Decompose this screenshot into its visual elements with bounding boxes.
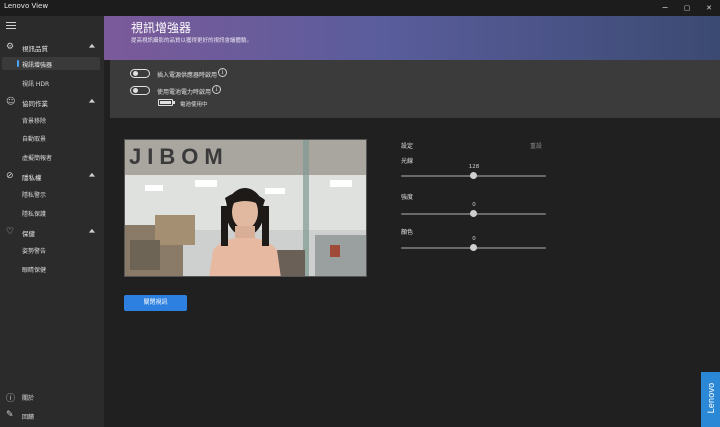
sidebar-item-privacy-alert[interactable]: 隱私警示	[0, 187, 104, 200]
sidebar-item-video-hdr[interactable]: 視訊 HDR	[0, 76, 104, 89]
chevron-up-icon: ▲	[88, 97, 95, 104]
info-icon: ⓘ	[6, 394, 16, 404]
slider-intensity[interactable]	[401, 210, 546, 217]
camera-preview-image: JIBOM	[125, 140, 366, 276]
info-icon[interactable]: i	[218, 68, 227, 77]
title-bar: Lenovo View − ▢ ✕	[0, 0, 720, 16]
brand-text: Lenovo	[706, 382, 716, 414]
minimize-button[interactable]: −	[654, 0, 676, 16]
sidebar-item-eye-care[interactable]: 眼睛保健	[0, 262, 104, 275]
sidebar-item-label: 視訊增強器	[22, 62, 53, 69]
sidebar-section-label: 協同作業	[22, 100, 48, 108]
sidebar-item-label: 虛擬簡報者	[22, 155, 53, 162]
sidebar-item-posture-alert[interactable]: 姿勢警告	[0, 243, 104, 256]
sidebar-section-label: 保健	[22, 230, 35, 238]
reset-button[interactable]: 重設	[530, 141, 542, 150]
chevron-up-icon: ▲	[88, 171, 95, 178]
sidebar-item-label: 背景移除	[22, 118, 47, 125]
chevron-up-icon: ▲	[88, 42, 95, 49]
slider-label-intensity: 強度	[401, 194, 414, 201]
info-icon[interactable]: i	[212, 85, 221, 94]
sidebar-section-label: 隱私權	[22, 174, 42, 182]
sidebar-item-about[interactable]: ⓘ 關於	[0, 390, 104, 404]
settings-title: 設定	[401, 143, 414, 150]
slider-value-color: 0	[472, 236, 476, 242]
app-title: Lenovo View	[4, 2, 49, 10]
toggle-label: 使用電池電力時啟用	[157, 89, 212, 96]
slider-value-brightness: 128	[468, 164, 480, 170]
sidebar-section-label: 視訊品質	[22, 45, 48, 53]
camera-settings-icon: ⚙	[6, 42, 15, 52]
sidebar-item-feedback[interactable]: ✎ 回饋	[0, 409, 104, 423]
page-title: 視訊增強器	[131, 21, 192, 35]
slider-brightness[interactable]	[401, 172, 546, 179]
slider-thumb[interactable]	[470, 244, 477, 251]
sign-text: JIBOM	[129, 144, 229, 169]
slider-thumb[interactable]	[470, 172, 477, 179]
close-video-button[interactable]: 關閉視訊	[124, 295, 187, 311]
close-button[interactable]: ✕	[698, 0, 720, 16]
sidebar-item-label: 隱私保護	[22, 211, 47, 218]
sidebar-item-background-removal[interactable]: 背景移除	[0, 113, 104, 126]
sidebar-item-label: 關於	[22, 395, 35, 402]
toggle-on-battery[interactable]	[130, 86, 150, 95]
chevron-up-icon: ▲	[88, 227, 95, 234]
hamburger-menu-icon[interactable]	[6, 22, 16, 30]
collaboration-icon: ☺	[6, 97, 16, 107]
sidebar-section-privacy[interactable]: ⊘ 隱私權 ▲	[0, 169, 104, 183]
sidebar-item-privacy-guard[interactable]: 隱私保護	[0, 206, 104, 219]
sidebar-section-wellness[interactable]: ♡ 保健 ▲	[0, 225, 104, 239]
sidebar-item-label: 自動取景	[22, 136, 47, 143]
sidebar-item-label: 回饋	[22, 414, 35, 421]
feedback-icon: ✎	[6, 410, 14, 420]
camera-preview: JIBOM	[124, 139, 367, 277]
battery-icon	[158, 99, 175, 106]
slider-label-color: 顏色	[401, 229, 414, 236]
page-subtitle: 提高視訊攝影的品質以獲得更好的視訊會議體驗。	[131, 38, 253, 44]
privacy-icon: ⊘	[6, 171, 14, 181]
wellness-icon: ♡	[6, 227, 15, 237]
sidebar-item-label: 姿勢警告	[22, 248, 47, 255]
lenovo-logo: Lenovo	[701, 372, 720, 427]
sidebar-section-collaboration[interactable]: ☺ 協同作業 ▲	[0, 95, 104, 109]
sidebar-item-video-enhancer[interactable]: 視訊增強器	[2, 57, 100, 70]
slider-value-intensity: 0	[472, 202, 476, 208]
sidebar-item-label: 眼睛保健	[22, 267, 47, 274]
toggle-label: 插入電源供應器時啟用	[157, 72, 218, 79]
slider-color[interactable]	[401, 244, 546, 251]
battery-status: 電池使用中	[180, 102, 208, 108]
slider-label-brightness: 光線	[401, 158, 414, 165]
slider-thumb[interactable]	[470, 210, 477, 217]
sidebar-item-label: 隱私警示	[22, 192, 47, 199]
sidebar-item-label: 視訊 HDR	[22, 81, 50, 88]
sidebar: ⚙ 視訊品質 ▲ 視訊增強器 視訊 HDR ☺ 協同作業 ▲ 背景移除 自動取景…	[0, 16, 104, 427]
sidebar-section-video-quality[interactable]: ⚙ 視訊品質 ▲	[0, 40, 104, 54]
maximize-button[interactable]: ▢	[676, 0, 698, 16]
toggle-plugged-in[interactable]	[130, 69, 150, 78]
page-header-banner: 視訊增強器 提高視訊攝影的品質以獲得更好的視訊會議體驗。	[104, 16, 720, 60]
sidebar-item-virtual-presenter[interactable]: 虛擬簡報者	[0, 150, 104, 163]
sidebar-item-auto-framing[interactable]: 自動取景	[0, 131, 104, 144]
enable-options-panel: 插入電源供應器時啟用 i 使用電池電力時啟用 i 電池使用中	[110, 60, 720, 118]
